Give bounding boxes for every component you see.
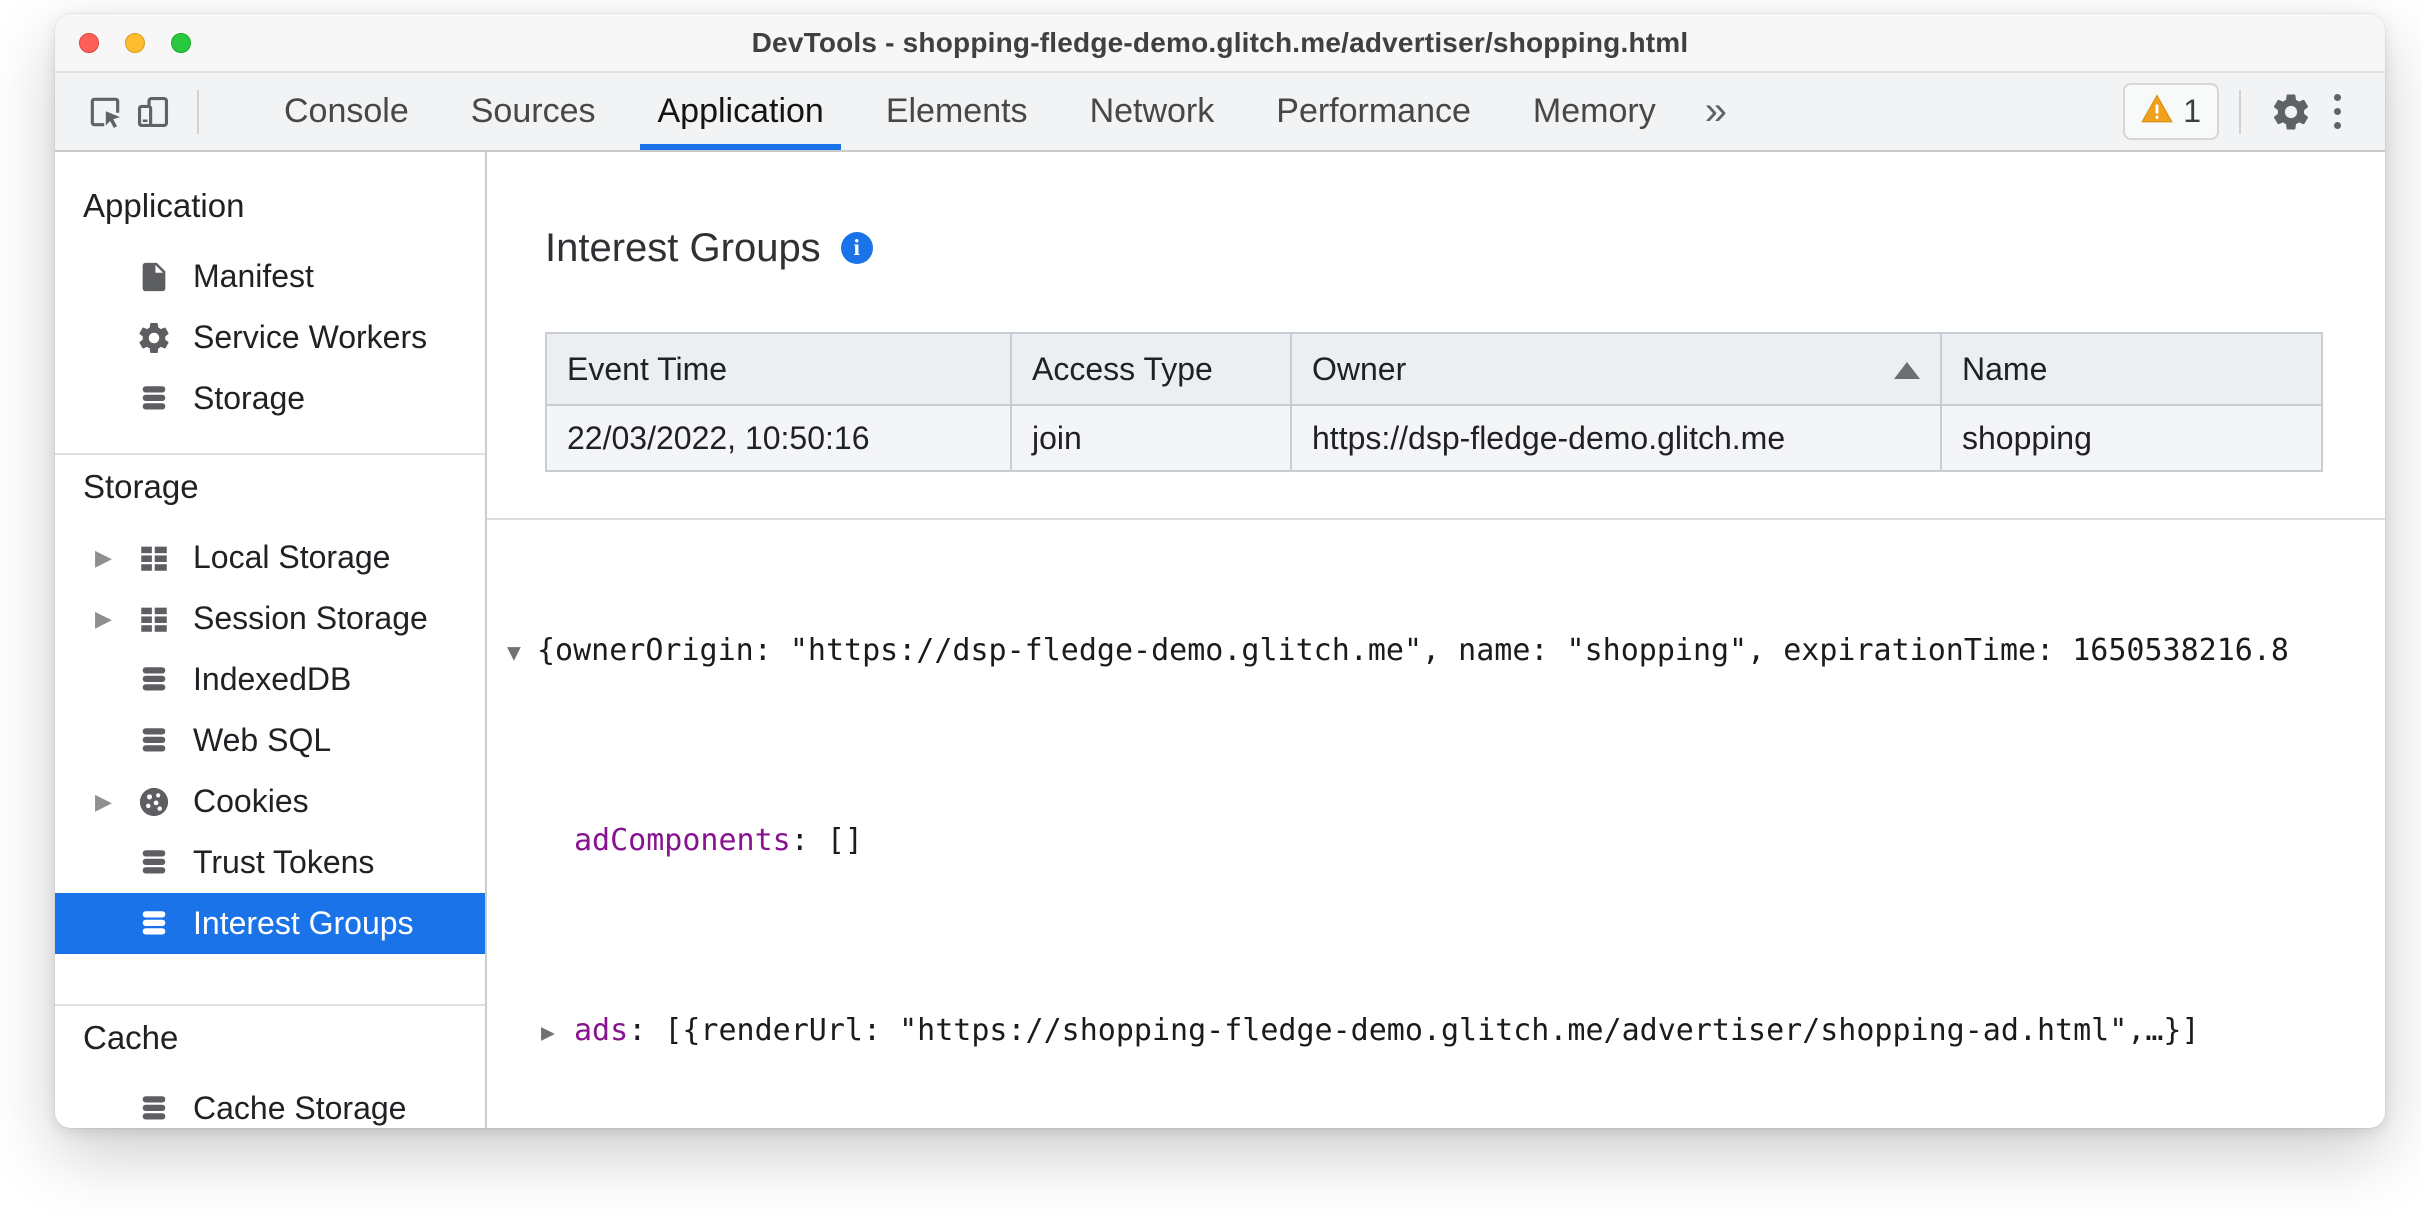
- tab-elements[interactable]: Elements: [855, 73, 1059, 150]
- sidebar-item-cache-storage[interactable]: Cache Storage: [55, 1078, 485, 1128]
- tree-property-row[interactable]: ads: [{renderUrl: "https://shopping-fled…: [507, 1007, 2385, 1055]
- tab-application[interactable]: Application: [626, 73, 854, 150]
- sidebar-item-label: Session Storage: [193, 600, 428, 636]
- more-tabs-button[interactable]: »: [1687, 89, 1745, 134]
- property-name: adComponents: [574, 823, 791, 858]
- table-row[interactable]: 22/03/2022, 10:50:16 join https://dsp-fl…: [545, 404, 2323, 472]
- cell-access-type: join: [1010, 404, 1292, 472]
- minimize-window-button[interactable]: [125, 32, 145, 53]
- database-icon: [133, 720, 175, 762]
- close-window-button[interactable]: [79, 32, 99, 53]
- devtools-window: DevTools - shopping-fledge-demo.glitch.m…: [55, 14, 2385, 1128]
- interest-groups-table: Event Time Access Type Owner Name 22/03/…: [545, 332, 2323, 472]
- panel-tabs: Console Sources Application Elements Net…: [253, 73, 1687, 150]
- warning-triangle-icon: [2141, 94, 2174, 129]
- database-icon: [133, 903, 175, 945]
- sidebar-item-local-storage[interactable]: Local Storage: [55, 527, 485, 588]
- chevron-right-icon[interactable]: [95, 606, 133, 632]
- sort-ascending-icon: [1894, 362, 1920, 379]
- database-icon: [133, 842, 175, 884]
- sidebar-item-label: Manifest: [193, 258, 314, 294]
- column-header-owner[interactable]: Owner: [1290, 332, 1942, 406]
- sidebar-item-interest-groups[interactable]: Interest Groups: [55, 893, 485, 954]
- section-title-application: Application: [83, 187, 245, 224]
- tree-expand-icon[interactable]: [541, 1010, 574, 1058]
- sidebar-item-label: Local Storage: [193, 539, 391, 575]
- toolbar-divider: [2239, 89, 2241, 134]
- property-name: ads: [574, 1013, 629, 1048]
- devtools-toolbar: Console Sources Application Elements Net…: [55, 73, 2385, 152]
- table-icon: [133, 537, 175, 579]
- sidebar-item-session-storage[interactable]: Session Storage: [55, 588, 485, 649]
- traffic-lights: [79, 14, 191, 71]
- sidebar-item-label: Cookies: [193, 783, 309, 819]
- issues-count: 1: [2183, 93, 2201, 129]
- zoom-window-button[interactable]: [171, 32, 191, 53]
- tab-network[interactable]: Network: [1059, 73, 1246, 150]
- sidebar-section-application: Application Manifest Service Workers Sto…: [55, 174, 485, 455]
- window-titlebar: DevTools - shopping-fledge-demo.glitch.m…: [55, 14, 2385, 73]
- chevron-right-icon[interactable]: [95, 789, 133, 815]
- gear-icon[interactable]: [2267, 88, 2315, 136]
- tree-collapse-icon[interactable]: [507, 630, 537, 678]
- sidebar-item-web-sql[interactable]: Web SQL: [55, 710, 485, 771]
- window-title: DevTools - shopping-fledge-demo.glitch.m…: [751, 26, 1689, 58]
- tree-property-row[interactable]: adComponents: []: [507, 817, 2385, 865]
- database-icon: [133, 378, 175, 420]
- tab-memory[interactable]: Memory: [1502, 73, 1687, 150]
- section-title-cache: Cache: [83, 1019, 179, 1056]
- tab-performance[interactable]: Performance: [1245, 73, 1502, 150]
- sidebar-item-label: Trust Tokens: [193, 844, 375, 880]
- tab-sources[interactable]: Sources: [440, 73, 627, 150]
- page-title: Interest Groups: [545, 225, 821, 270]
- sidebar-item-label: Cache Storage: [193, 1090, 407, 1126]
- interest-group-details-tree: {ownerOrigin: "https://dsp-fledge-demo.g…: [487, 520, 2385, 1128]
- device-toolbar-icon[interactable]: [129, 88, 177, 136]
- sidebar-item-service-workers[interactable]: Service Workers: [55, 307, 485, 368]
- column-header-name[interactable]: Name: [1940, 332, 2323, 406]
- sidebar-item-label: IndexedDB: [193, 661, 352, 697]
- cell-name: shopping: [1940, 404, 2323, 472]
- sidebar-item-storage[interactable]: Storage: [55, 368, 485, 429]
- property-value: [{renderUrl: "https://shopping-fledge-de…: [664, 1013, 2200, 1048]
- issues-counter[interactable]: 1: [2123, 83, 2219, 140]
- kebab-menu-icon[interactable]: [2315, 88, 2359, 136]
- cell-event-time: 22/03/2022, 10:50:16: [545, 404, 1012, 472]
- sidebar-item-label: Service Workers: [193, 319, 428, 355]
- object-preview: {ownerOrigin: "https://dsp-fledge-demo.g…: [537, 633, 2289, 668]
- sidebar-item-cookies[interactable]: Cookies: [55, 771, 485, 832]
- sidebar-item-label: Web SQL: [193, 722, 332, 758]
- sidebar-item-label: Storage: [193, 380, 306, 416]
- chevron-right-icon[interactable]: [95, 545, 133, 571]
- sidebar-item-label: Interest Groups: [193, 905, 414, 941]
- database-icon: [133, 659, 175, 701]
- sidebar-item-indexeddb[interactable]: IndexedDB: [55, 649, 485, 710]
- table-icon: [133, 598, 175, 640]
- cookie-icon: [133, 781, 175, 823]
- sidebar-item-trust-tokens[interactable]: Trust Tokens: [55, 832, 485, 893]
- toolbar-divider: [197, 89, 199, 134]
- desktop-background: DevTools - shopping-fledge-demo.glitch.m…: [0, 0, 2421, 1216]
- sidebar-section-cache: Cache Cache Storage: [55, 1006, 485, 1128]
- tree-root-row[interactable]: {ownerOrigin: "https://dsp-fledge-demo.g…: [507, 627, 2385, 675]
- column-header-access-type[interactable]: Access Type: [1010, 332, 1292, 406]
- info-icon[interactable]: [840, 232, 873, 264]
- table-header-row: Event Time Access Type Owner Name: [545, 332, 2323, 406]
- property-value: []: [826, 823, 863, 858]
- sidebar-section-storage: Storage Local Storage Session Stora: [55, 455, 485, 1006]
- cell-owner: https://dsp-fledge-demo.glitch.me: [1290, 404, 1942, 472]
- interest-groups-panel: Interest Groups Event Time Access Type O…: [487, 152, 2385, 1128]
- database-icon: [133, 1088, 175, 1129]
- tab-console[interactable]: Console: [253, 73, 440, 150]
- application-sidebar: Application Manifest Service Workers Sto…: [55, 152, 487, 1128]
- sidebar-item-manifest[interactable]: Manifest: [55, 246, 485, 307]
- inspect-element-icon[interactable]: [81, 88, 129, 136]
- section-title-storage: Storage: [83, 468, 199, 505]
- file-icon: [133, 256, 175, 298]
- column-header-event-time[interactable]: Event Time: [545, 332, 1012, 406]
- gear-icon: [133, 317, 175, 359]
